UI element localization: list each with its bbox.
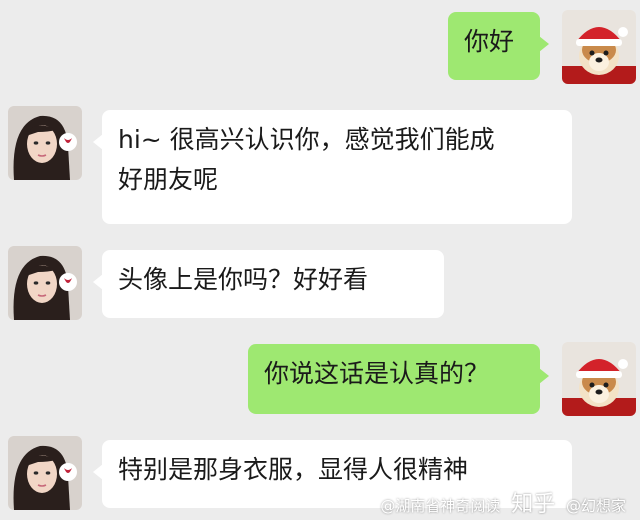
message-text: 头像上是你吗？好好看 [118,265,369,294]
girl-avatar[interactable] [8,246,82,320]
message-text: 你说这话是认真的？ [264,359,490,388]
message-text: 你好 [464,27,515,56]
watermark-suffix: @幻想家 [565,497,626,515]
dog-santa-hat-avatar[interactable] [562,342,636,416]
girl-avatar[interactable] [8,106,82,180]
message-text: 特别是那身衣服，显得人很精神 [118,455,469,484]
message-text-line: 好朋友呢 [118,165,219,194]
message-bubble-outgoing[interactable]: 你好 [448,12,549,80]
dog-santa-hat-avatar[interactable] [562,10,636,84]
message-text-line: hi~ 很高兴认识你，感觉我们能成 [118,125,495,154]
message-bubble-incoming[interactable]: hi~ 很高兴认识你，感觉我们能成 好朋友呢 [93,110,572,224]
girl-avatar[interactable] [8,436,82,510]
watermark-prefix: @湖南省神奇阅读 [380,497,501,515]
message-bubble-outgoing[interactable]: 你说这话是认真的？ [248,344,549,414]
watermark: @湖南省神奇阅读 知乎 @幻想家 [380,486,626,518]
watermark-brand: 知乎 [511,492,556,517]
message-bubble-incoming[interactable]: 头像上是你吗？好好看 [93,250,444,318]
